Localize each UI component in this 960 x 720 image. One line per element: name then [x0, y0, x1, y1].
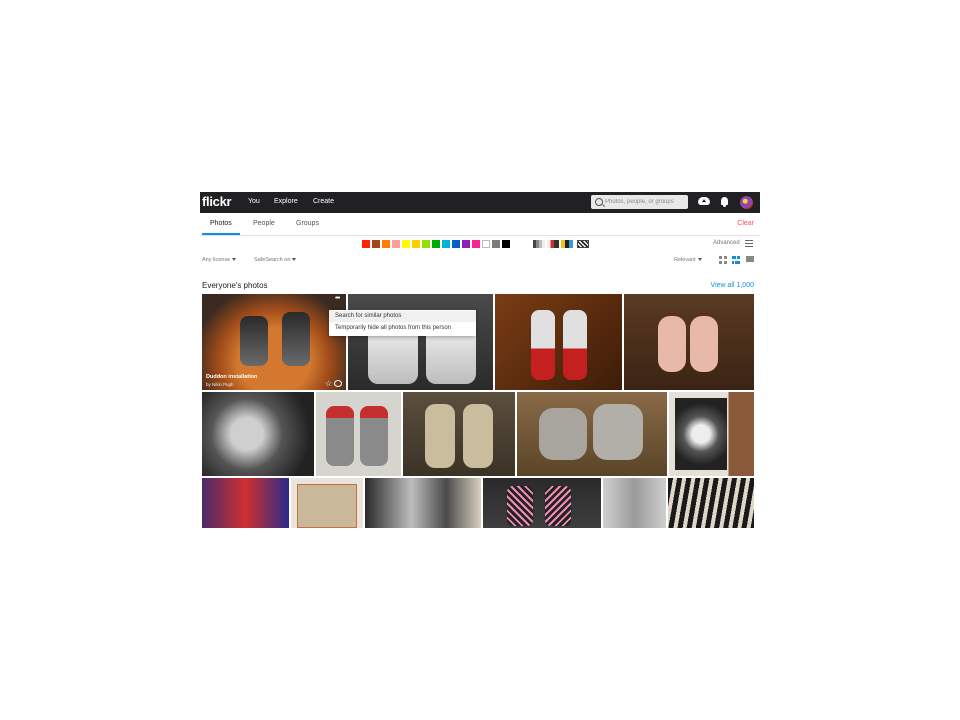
- advanced-link[interactable]: Advanced: [713, 240, 740, 246]
- photo-tile[interactable]: [403, 392, 515, 476]
- photo-tile[interactable]: [669, 392, 754, 476]
- comment-icon[interactable]: [334, 380, 342, 387]
- photo-tile[interactable]: [483, 478, 601, 528]
- sort-dropdown[interactable]: Relevant: [674, 257, 702, 263]
- safesearch-dropdown[interactable]: SafeSearch on: [254, 257, 297, 263]
- nav-explore[interactable]: Explore: [274, 198, 298, 205]
- view-all-link[interactable]: View all 1,000: [711, 282, 754, 289]
- search-tabs: Photos People Groups Clear: [200, 213, 760, 236]
- flickr-logo[interactable]: flickr: [202, 194, 232, 209]
- color-swatch[interactable]: [442, 240, 450, 248]
- tab-people[interactable]: People: [253, 220, 275, 227]
- color-swatch[interactable]: [502, 240, 510, 248]
- photo-context-menu: Search for similar photos Temporarily hi…: [329, 310, 476, 336]
- notifications-bell-icon[interactable]: [721, 197, 728, 207]
- clear-link[interactable]: Clear: [737, 220, 754, 227]
- color-swatch[interactable]: [362, 240, 370, 248]
- nav-you[interactable]: You: [248, 198, 260, 205]
- tab-groups[interactable]: Groups: [296, 220, 319, 227]
- color-swatch[interactable]: [402, 240, 410, 248]
- photo-tile[interactable]: [603, 478, 666, 528]
- search-icon: [595, 198, 603, 206]
- chevron-down-icon: [232, 258, 237, 262]
- color-swatch[interactable]: [412, 240, 420, 248]
- minimalist-filter-icon[interactable]: [561, 240, 573, 248]
- sort-label: Relevant: [674, 257, 696, 263]
- filter-bar: Any license SafeSearch on Relevant: [200, 252, 760, 268]
- color-swatch[interactable]: [422, 240, 430, 248]
- photo-tile[interactable]: [365, 478, 481, 528]
- color-swatch[interactable]: [472, 240, 480, 248]
- photo-tile[interactable]: [624, 294, 754, 390]
- photo-tile[interactable]: [202, 392, 314, 476]
- single-view-icon[interactable]: [746, 256, 754, 264]
- photo-author[interactable]: by Nikki Pugh: [206, 382, 234, 387]
- photo-tile[interactable]: [202, 478, 289, 528]
- color-swatch[interactable]: [462, 240, 470, 248]
- color-swatch[interactable]: [432, 240, 440, 248]
- grid-view-icon[interactable]: [719, 256, 727, 264]
- color-swatch[interactable]: [492, 240, 500, 248]
- user-avatar[interactable]: [740, 196, 753, 209]
- flickr-window: flickr You Explore Create Photos People …: [200, 192, 760, 528]
- more-options-icon[interactable]: •••: [335, 295, 340, 302]
- menu-item-hide-person[interactable]: Temporarily hide all photos from this pe…: [329, 323, 476, 334]
- nav-create[interactable]: Create: [313, 198, 334, 205]
- star-icon[interactable]: ☆: [325, 380, 332, 388]
- active-tab-indicator: [202, 233, 240, 235]
- justified-view-icon[interactable]: [732, 256, 740, 264]
- color-swatch[interactable]: [372, 240, 380, 248]
- top-navbar: flickr You Explore Create: [200, 192, 760, 213]
- section-title: Everyone's photos: [202, 281, 268, 290]
- patterns-filter-icon[interactable]: [577, 240, 589, 248]
- upload-cloud-icon[interactable]: [698, 197, 710, 205]
- tab-photos[interactable]: Photos: [210, 220, 232, 227]
- chevron-down-icon: [292, 258, 297, 262]
- photo-title: Duddon installation: [206, 374, 258, 380]
- license-label: Any license: [202, 257, 231, 263]
- color-swatch[interactable]: [482, 240, 490, 248]
- photo-tile[interactable]: [291, 478, 363, 528]
- advanced-menu-icon[interactable]: [745, 240, 753, 247]
- search-input[interactable]: [605, 196, 685, 207]
- menu-item-search-similar[interactable]: Search for similar photos: [329, 311, 476, 322]
- license-dropdown[interactable]: Any license: [202, 257, 237, 263]
- photo-tile[interactable]: [495, 294, 622, 390]
- photo-tile[interactable]: [517, 392, 667, 476]
- photo-tile[interactable]: [348, 294, 493, 390]
- shallow-depth-filter-icon[interactable]: [547, 240, 559, 248]
- photo-tile[interactable]: [668, 478, 754, 528]
- color-swatch[interactable]: [382, 240, 390, 248]
- photo-tile[interactable]: [316, 392, 401, 476]
- chevron-down-icon: [697, 258, 702, 262]
- black-and-white-filter-icon[interactable]: [533, 240, 545, 248]
- color-swatch[interactable]: [392, 240, 400, 248]
- color-swatch[interactable]: [452, 240, 460, 248]
- search-box[interactable]: [591, 195, 688, 209]
- photo-tile[interactable]: ••• Duddon installation by Nikki Pugh ☆: [202, 294, 346, 390]
- safesearch-label: SafeSearch on: [254, 257, 291, 263]
